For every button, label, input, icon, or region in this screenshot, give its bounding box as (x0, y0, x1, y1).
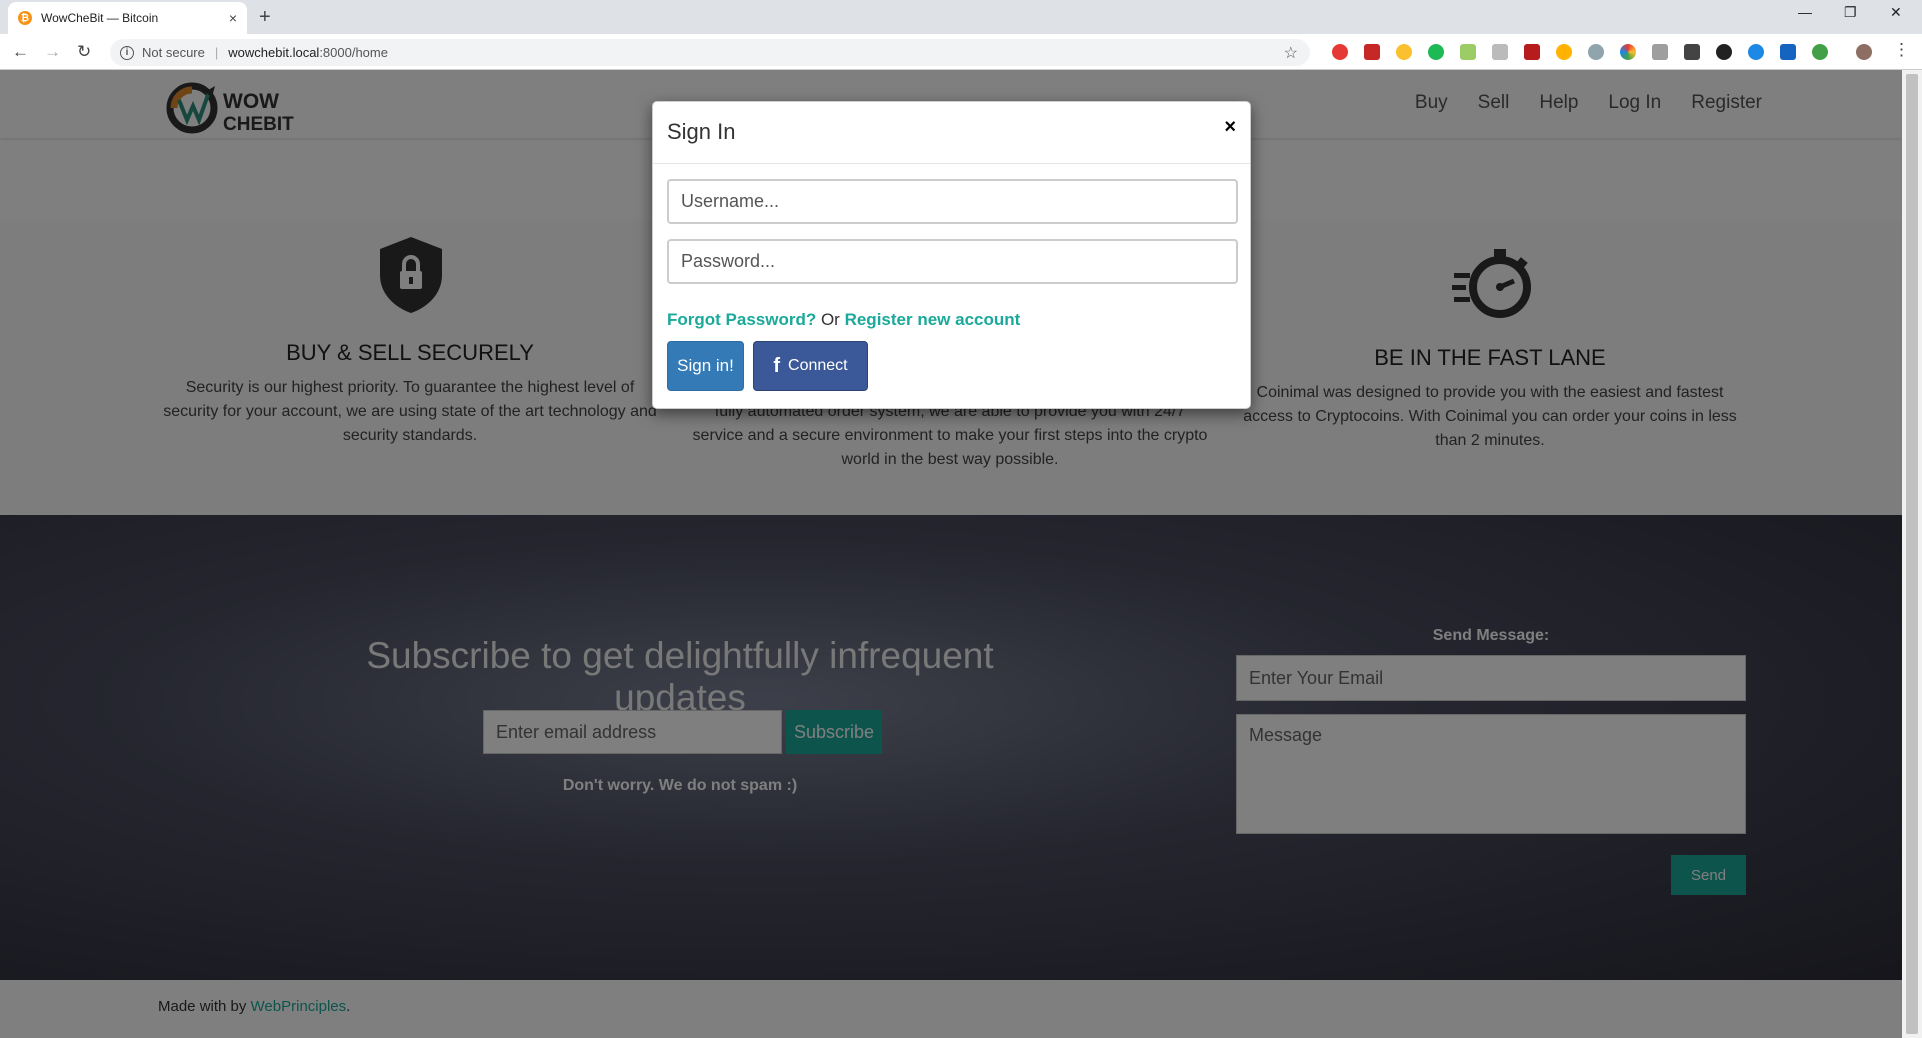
profile-avatar[interactable] (1856, 44, 1872, 60)
close-icon[interactable]: × (1224, 116, 1236, 139)
menu-dots-icon[interactable]: ⋮ (1893, 40, 1910, 60)
browser-tab[interactable]: ₿ WowCheBit — Bitcoin × (8, 2, 247, 34)
green-extension-icon[interactable] (1460, 44, 1476, 60)
new-tab-button[interactable]: + (259, 6, 271, 29)
modal-title: Sign In (667, 119, 736, 144)
grid-extension-icon[interactable] (1780, 44, 1796, 60)
forgot-password-link[interactable]: Forgot Password? (667, 310, 816, 329)
facebook-icon: f (773, 354, 781, 377)
color-extension-icon[interactable] (1620, 44, 1636, 60)
page-scrollbar[interactable] (1902, 70, 1922, 1038)
minimize-icon[interactable]: — (1798, 4, 1812, 20)
url-path: :8000/home (319, 45, 388, 60)
tab-title: WowCheBit — Bitcoin (41, 11, 159, 25)
or-text: Or (816, 310, 845, 329)
modal-header: Sign In × (653, 102, 1250, 164)
gray-extension-icon[interactable] (1492, 44, 1508, 60)
reload-icon[interactable]: ↻ (77, 42, 91, 62)
facebook-connect-label: Connect (788, 357, 848, 374)
opera-extension-icon[interactable] (1332, 44, 1348, 60)
glasses-extension-icon[interactable] (1716, 44, 1732, 60)
eye-extension-icon[interactable] (1588, 44, 1604, 60)
bookmark-star-icon[interactable]: ☆ (1284, 43, 1298, 63)
url-separator: | (214, 45, 219, 60)
browser-toolbar: ← → ↻ i Not secure | wowchebit.local :80… (0, 34, 1922, 70)
page: WOW CHEBIT Buy Sell Help Log In Register… (0, 70, 1902, 1038)
url-host: wowchebit.local (228, 45, 320, 60)
k-extension-icon[interactable] (1652, 44, 1668, 60)
dark-extension-icon[interactable] (1684, 44, 1700, 60)
register-link[interactable]: Register new account (845, 310, 1021, 329)
sign-in-button[interactable]: Sign in! (667, 341, 744, 391)
browser-tabstrip: ₿ WowCheBit — Bitcoin × + — ❐ ✕ (0, 0, 1922, 34)
password-input[interactable]: Password... (667, 239, 1238, 284)
chart-extension-icon[interactable] (1524, 44, 1540, 60)
bitcoin-favicon-icon: ₿ (18, 11, 32, 25)
facebook-connect-button[interactable]: f Connect (753, 341, 868, 391)
username-input[interactable]: Username... (667, 179, 1238, 224)
tab-close-icon[interactable]: × (229, 10, 237, 26)
leaf-extension-icon[interactable] (1812, 44, 1828, 60)
yellow-extension-icon[interactable] (1396, 44, 1412, 60)
grammarly-icon[interactable] (1428, 44, 1444, 60)
restore-icon[interactable]: ❐ (1844, 4, 1857, 21)
red-extension-icon[interactable] (1364, 44, 1380, 60)
sign-in-modal: Sign In × Username... Password... Forgot… (652, 101, 1251, 409)
account-links: Forgot Password? Or Register new account (667, 310, 1020, 330)
window-close-icon[interactable]: ✕ (1890, 4, 1902, 21)
forward-icon[interactable]: → (44, 42, 61, 62)
security-label: Not secure (142, 45, 205, 60)
bulb-extension-icon[interactable] (1556, 44, 1572, 60)
address-bar[interactable]: i Not secure | wowchebit.local :8000/hom… (110, 39, 1310, 66)
info-icon[interactable]: i (120, 45, 134, 60)
wave-extension-icon[interactable] (1748, 44, 1764, 60)
scrollbar-thumb[interactable] (1906, 74, 1918, 1034)
back-icon[interactable]: ← (12, 42, 29, 62)
